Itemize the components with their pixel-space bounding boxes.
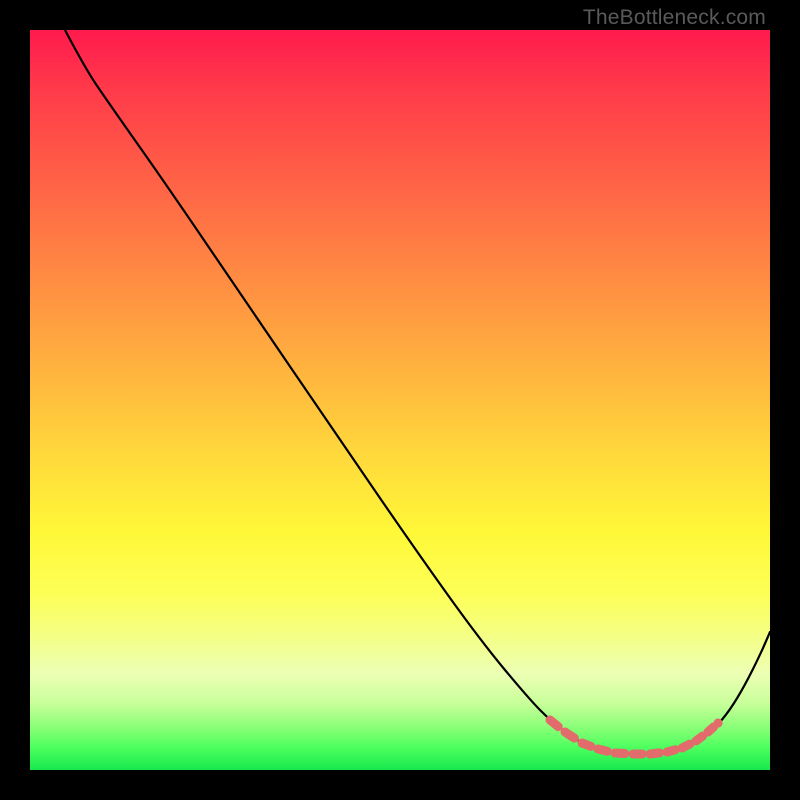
dash-segment <box>708 727 714 732</box>
chart-svg <box>30 30 770 770</box>
dash-segment <box>550 720 558 727</box>
dash-segment <box>582 743 591 746</box>
dash-segment <box>667 750 675 752</box>
dash-segment <box>650 753 659 754</box>
dash-segment <box>565 732 574 738</box>
dash-segment <box>598 749 607 751</box>
dash-segment <box>615 753 625 754</box>
watermark-text: TheBottleneck.com <box>583 6 766 30</box>
bottleneck-curve <box>65 30 770 754</box>
dash-segment <box>682 744 690 748</box>
dash-segment <box>696 736 703 741</box>
chart-frame <box>30 30 770 770</box>
valley-dash-overlay <box>550 720 718 754</box>
